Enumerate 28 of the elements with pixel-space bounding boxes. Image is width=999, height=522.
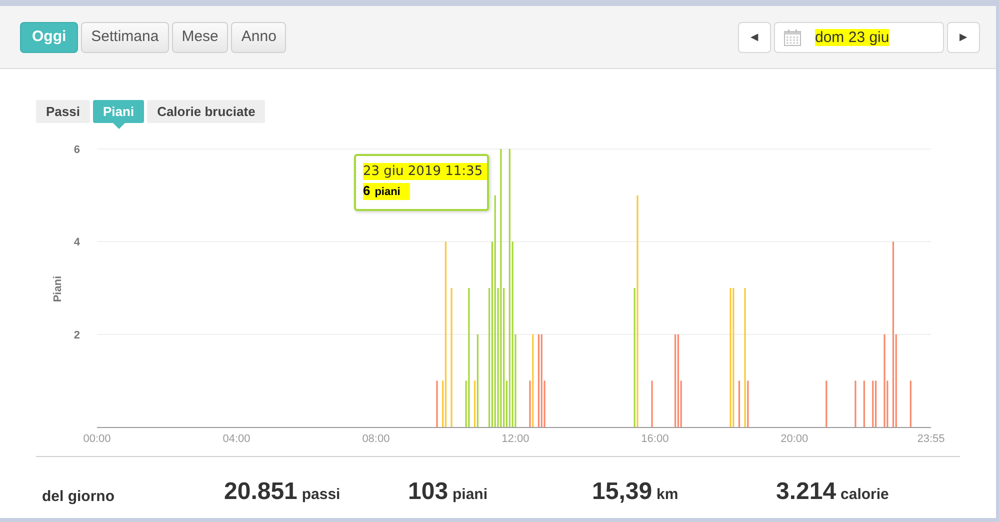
summary-value: 20.851 passi bbox=[224, 477, 342, 507]
date-field[interactable]: dom 23 giu bbox=[774, 22, 944, 52]
y-tick-label: 4 bbox=[74, 236, 80, 249]
period-button[interactable]: Settimana bbox=[81, 22, 169, 52]
x-tick-label: 16:00 bbox=[641, 433, 669, 445]
summary-value: 103 piani bbox=[408, 477, 489, 507]
metric-tab[interactable]: Calorie bruciate bbox=[147, 100, 266, 123]
summary-value: 15,39 km bbox=[592, 477, 680, 507]
calendar-icon bbox=[784, 28, 801, 46]
period-button[interactable]: Anno bbox=[231, 22, 286, 52]
tab-pointer-icon bbox=[112, 123, 125, 129]
x-tick-label: 04:00 bbox=[222, 433, 250, 445]
x-tick-label: 20:00 bbox=[780, 433, 808, 445]
x-tick-label: 00:00 bbox=[83, 433, 111, 445]
next-day-button[interactable]: ▶ bbox=[947, 22, 980, 52]
x-tick-label: 08:00 bbox=[362, 433, 390, 445]
x-tick-label: 23:55 bbox=[917, 433, 945, 445]
tooltip-time: 23 giu 2019 11:35 bbox=[363, 163, 487, 180]
period-button[interactable]: Mese bbox=[172, 22, 228, 52]
summary-label: del giorno bbox=[41, 486, 116, 506]
metric-tab[interactable]: Passi bbox=[36, 100, 90, 123]
x-tick-label: 12:00 bbox=[502, 433, 530, 445]
y-axis-title: Piani bbox=[52, 276, 64, 302]
summary-value: 3.214 calorie bbox=[776, 477, 890, 507]
previous-day-button[interactable]: ◀ bbox=[738, 22, 771, 52]
tooltip-value: 6 piani bbox=[363, 183, 410, 200]
y-tick-label: 2 bbox=[74, 329, 80, 342]
y-tick-label: 6 bbox=[74, 144, 80, 156]
